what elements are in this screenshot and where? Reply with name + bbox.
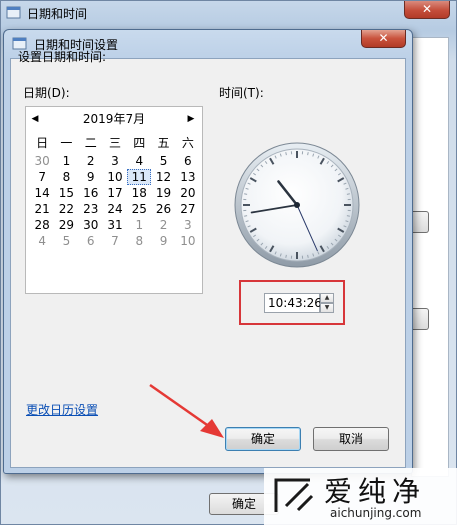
weekday-label: 五 <box>157 136 170 150</box>
calendar-day[interactable]: 9 <box>79 169 103 185</box>
calendar-day[interactable]: 1 <box>54 153 78 169</box>
calendar-day[interactable]: 24 <box>103 201 127 217</box>
settings-heading: 设置日期和时间: <box>18 50 107 64</box>
calendar-day[interactable]: 6 <box>176 153 200 169</box>
parent-content-panel <box>411 37 449 477</box>
calendar-day[interactable]: 30 <box>30 153 54 169</box>
calendar-day[interactable]: 15 <box>54 185 78 201</box>
parent-button-fragment[interactable] <box>413 211 429 233</box>
calendar-day[interactable]: 4 <box>30 233 54 249</box>
calendar-grid: 日一二三四五六 30 1 2 3 4 5 6 7 8 9 10 11 12 13 14 15 16 17 18 19 20… <box>30 133 200 249</box>
calendar-week-row: 21 22 23 24 25 26 27 <box>30 201 200 217</box>
calendar-day[interactable]: 6 <box>79 233 103 249</box>
clock-minute-mark <box>307 254 309 258</box>
analog-clock <box>234 142 360 268</box>
parent-close-button[interactable]: ✕ <box>404 1 450 19</box>
time-input[interactable]: 10:43:26 <box>264 293 322 313</box>
calendar-day[interactable]: 28 <box>30 217 54 233</box>
watermark: 爱纯净 aichunjing.com <box>264 468 457 525</box>
weekday-header: 日一二三四五六 <box>30 133 200 153</box>
watermark-url: aichunjing.com <box>330 506 422 520</box>
calendar-day[interactable]: 20 <box>176 185 200 201</box>
calendar-day[interactable]: 17 <box>103 185 127 201</box>
weekday-label: 六 <box>181 136 194 150</box>
clock-minute-mark <box>285 254 287 258</box>
calendar-day[interactable]: 18 <box>127 185 151 201</box>
calendar-day[interactable]: 10 <box>103 169 127 185</box>
calendar-day[interactable]: 10 <box>176 233 200 249</box>
calendar-day[interactable]: 27 <box>176 201 200 217</box>
calendar-day[interactable]: 2 <box>79 153 103 169</box>
watermark-text: 爱纯净 <box>324 475 427 508</box>
calendar-day[interactable]: 5 <box>54 233 78 249</box>
change-calendar-settings-link[interactable]: 更改日历设置 <box>26 401 98 418</box>
calendar-day[interactable]: 3 <box>176 217 200 233</box>
dialog-close-button[interactable]: ✕ <box>361 30 406 48</box>
weekday-label: 日 <box>36 136 49 150</box>
watermark-logo-icon <box>274 478 314 512</box>
calendar-month-label[interactable]: 2019年7月 <box>66 111 162 127</box>
clock-minute-mark <box>285 152 287 156</box>
calendar-week-row: 28 29 30 31 1 2 3 <box>30 217 200 233</box>
clock-minute-mark <box>346 215 350 217</box>
weekday-label: 二 <box>84 136 97 150</box>
calendar-day[interactable]: 1 <box>127 217 151 233</box>
calendar-day[interactable]: 4 <box>127 153 151 169</box>
calendar-day[interactable]: 30 <box>79 217 103 233</box>
cancel-button[interactable]: 取消 <box>313 427 389 451</box>
calendar-day[interactable]: 26 <box>151 201 175 217</box>
calendar-week-row: 14 15 16 17 18 19 20 <box>30 185 200 201</box>
calendar-day[interactable]: 25 <box>127 201 151 217</box>
date-label: 日期(D): <box>23 86 70 100</box>
date-time-app-icon <box>6 6 21 19</box>
calendar-day[interactable]: 2 <box>151 217 175 233</box>
ok-button[interactable]: 确定 <box>225 427 301 451</box>
calendar-day[interactable]: 14 <box>30 185 54 201</box>
clock-minute-mark <box>307 152 309 156</box>
calendar-week-row: 7 8 9 10 11 12 13 <box>30 169 200 185</box>
previous-month-icon[interactable]: ◀ <box>28 111 42 127</box>
calendar-day[interactable]: 29 <box>54 217 78 233</box>
calendar-day[interactable]: 5 <box>151 153 175 169</box>
clock-minute-mark <box>244 215 248 217</box>
time-up-icon[interactable]: ▲ <box>320 293 334 303</box>
calendar-day[interactable]: 12 <box>151 169 175 185</box>
calendar-day[interactable]: 13 <box>176 169 200 185</box>
calendar-week-row: 30 1 2 3 4 5 6 <box>30 153 200 169</box>
calendar-day[interactable]: 21 <box>30 201 54 217</box>
calendar-day-selected[interactable]: 11 <box>127 169 152 185</box>
calendar-day[interactable]: 9 <box>151 233 175 249</box>
weekday-label: 一 <box>60 136 73 150</box>
calendar-day[interactable]: 7 <box>30 169 54 185</box>
red-arrow-annotation <box>149 383 224 438</box>
parent-window-title: 日期和时间 <box>27 7 88 21</box>
parent-button-fragment[interactable] <box>413 308 429 330</box>
calendar-week-row: 4 5 6 7 8 9 10 <box>30 233 200 249</box>
calendar-day[interactable]: 3 <box>103 153 127 169</box>
calendar-day[interactable]: 23 <box>79 201 103 217</box>
calendar-day[interactable]: 8 <box>127 233 151 249</box>
calendar-day[interactable]: 8 <box>54 169 78 185</box>
next-month-icon[interactable]: ▶ <box>184 111 198 127</box>
time-down-icon[interactable]: ▼ <box>320 303 334 313</box>
calendar-day[interactable]: 31 <box>103 217 127 233</box>
weekday-label: 四 <box>133 136 146 150</box>
calendar: ◀ 2019年7月 ▶ 日一二三四五六 30 1 2 3 4 5 6 7 8 9 10 11 12 13 14… <box>25 106 203 294</box>
calendar-day[interactable]: 7 <box>103 233 127 249</box>
clock-minute-mark <box>244 193 248 195</box>
calendar-day[interactable]: 22 <box>54 201 78 217</box>
calendar-day[interactable]: 19 <box>151 185 175 201</box>
clock-minute-mark <box>346 193 350 195</box>
calendar-day[interactable]: 16 <box>79 185 103 201</box>
time-label: 时间(T): <box>219 86 264 100</box>
weekday-label: 三 <box>108 136 121 150</box>
